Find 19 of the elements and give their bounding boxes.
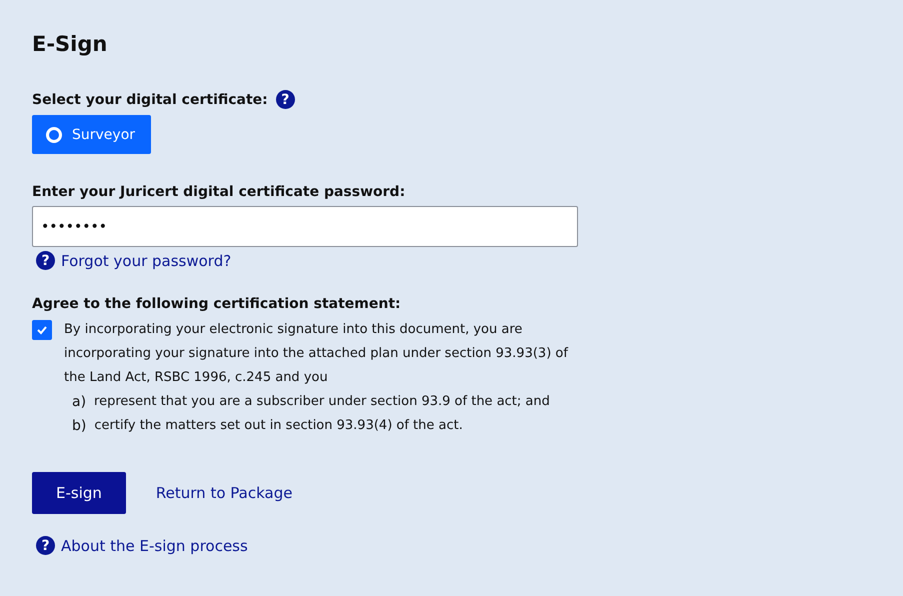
help-icon[interactable]: ? <box>276 90 295 109</box>
about-e-sign-link[interactable]: About the E-sign process <box>61 536 248 554</box>
check-icon <box>36 325 48 335</box>
help-icon[interactable]: ? <box>36 251 55 270</box>
statement-label: Agree to the following certification statement: <box>32 296 402 312</box>
e-sign-button[interactable]: E-sign <box>32 472 126 514</box>
certificate-radio-button[interactable]: Surveyor <box>32 115 152 154</box>
agree-checkbox[interactable] <box>32 320 52 340</box>
list-marker: b) <box>72 417 86 436</box>
statement-item: certify the matters set out in section 93.93(4) of the act. <box>94 417 463 435</box>
statement-item: represent that you are a subscriber under section 93.9 of the act; and <box>94 393 550 411</box>
password-label: Enter your Juricert digital certificate password: <box>32 184 406 200</box>
help-icon[interactable]: ? <box>36 536 55 555</box>
forgot-password-link[interactable]: Forgot your password? <box>61 252 232 270</box>
page-title: E-Sign <box>32 32 108 56</box>
certificate-label: Select your digital certificate: <box>32 92 268 108</box>
return-to-package-button[interactable]: Return to Package <box>140 480 308 506</box>
password-field[interactable]: •••••••• <box>32 206 578 247</box>
list-marker: a) <box>72 393 86 412</box>
